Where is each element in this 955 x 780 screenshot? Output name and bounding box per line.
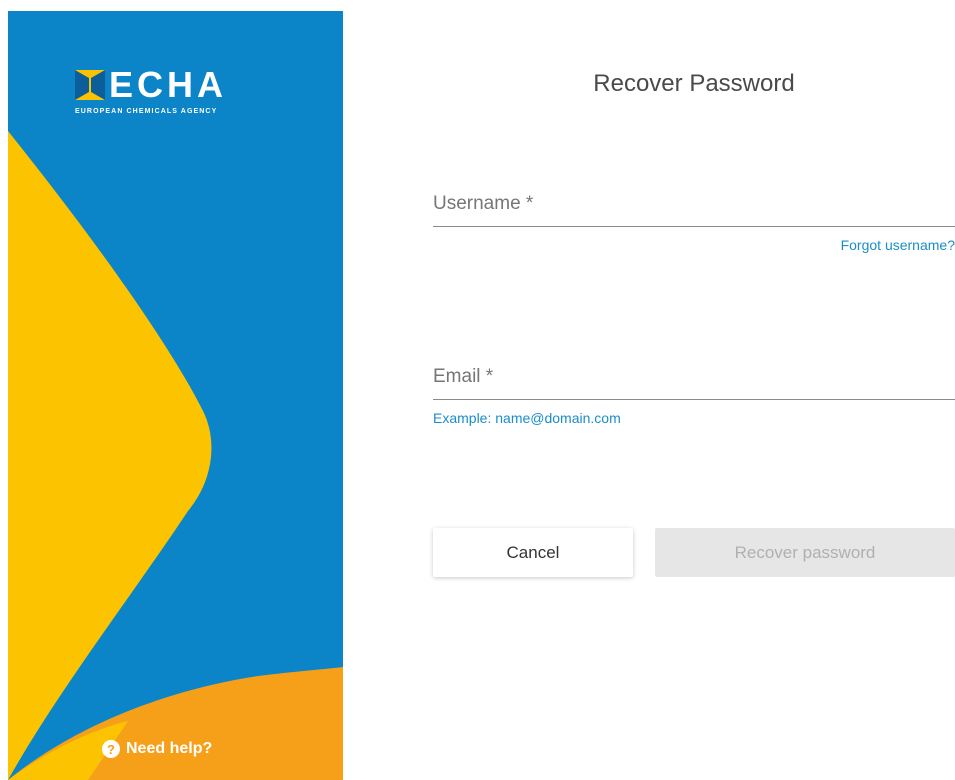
need-help-link[interactable]: ? Need help? — [102, 740, 212, 758]
username-field — [433, 184, 955, 227]
echa-logo[interactable]: ECHA EUROPEAN CHEMICALS AGENCY — [75, 65, 275, 125]
recover-password-page: ECHA EUROPEAN CHEMICALS AGENCY ? Need he… — [0, 0, 955, 780]
need-help-label: Need help? — [126, 740, 213, 757]
echa-logo-mark-icon — [75, 70, 105, 100]
brand-panel: ECHA EUROPEAN CHEMICALS AGENCY ? Need he… — [8, 11, 343, 780]
page-title: Recover Password — [593, 70, 795, 97]
question-circle-icon: ? — [102, 740, 120, 758]
email-hint: Example: name@domain.com — [433, 410, 621, 426]
logo-wordmark: ECHA — [109, 64, 228, 105]
logo-subtitle: EUROPEAN CHEMICALS AGENCY — [75, 108, 218, 115]
email-input[interactable] — [433, 357, 955, 397]
forgot-username-link[interactable]: Forgot username? — [841, 237, 955, 253]
brand-background-art — [8, 11, 343, 780]
recover-password-button[interactable]: Recover password — [655, 528, 955, 577]
username-input[interactable] — [433, 184, 955, 224]
email-field — [433, 357, 955, 400]
cancel-button[interactable]: Cancel — [433, 528, 633, 577]
